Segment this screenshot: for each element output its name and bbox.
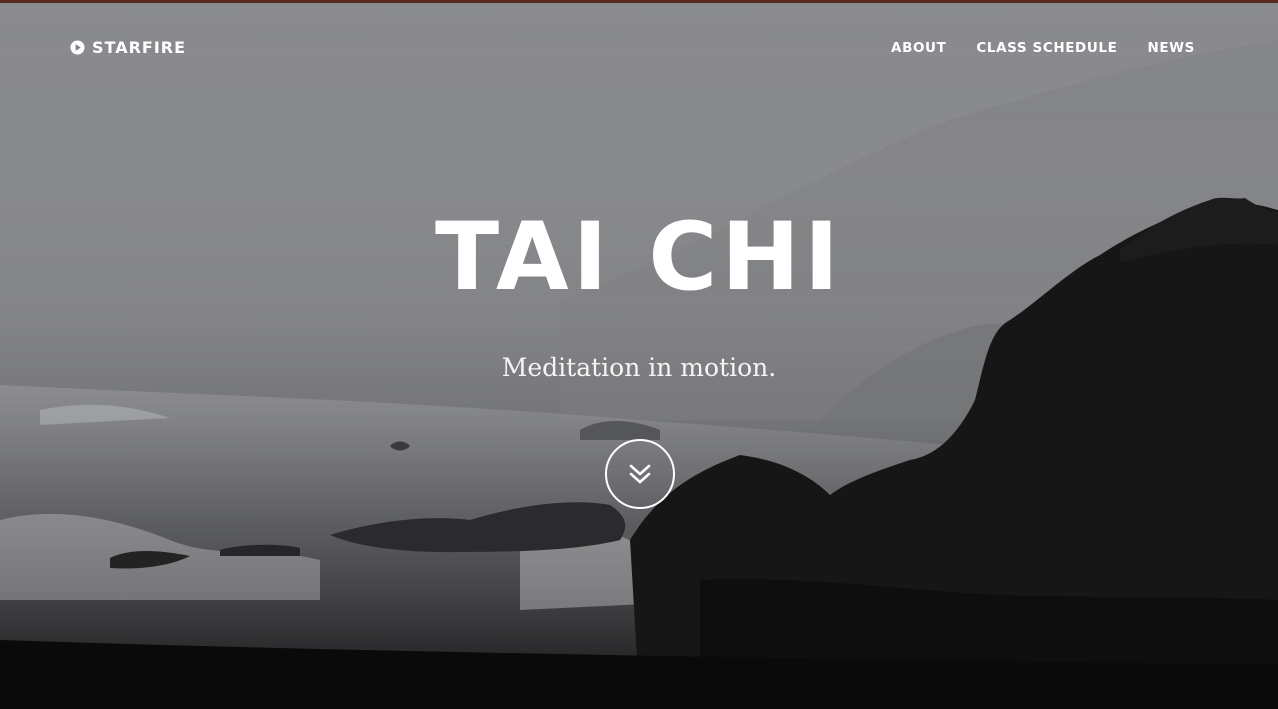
nav-link-class-schedule[interactable]: CLASS SCHEDULE xyxy=(976,40,1117,56)
hero-subtitle: Meditation in motion. xyxy=(501,353,777,382)
nav-link-about[interactable]: ABOUT xyxy=(891,40,946,56)
play-circle-icon xyxy=(70,40,85,55)
nav-links: ABOUT CLASS SCHEDULE NEWS xyxy=(891,40,1195,56)
hero-section: STARFIRE ABOUT CLASS SCHEDULE NEWS TAI C… xyxy=(0,0,1278,709)
double-chevron-down-icon xyxy=(629,464,651,484)
scroll-down-button[interactable] xyxy=(605,439,675,509)
nav-link-news[interactable]: NEWS xyxy=(1147,40,1195,56)
hero-title: TAI CHI xyxy=(435,203,843,312)
top-navigation: STARFIRE ABOUT CLASS SCHEDULE NEWS xyxy=(0,0,1278,96)
brand-logo-link[interactable]: STARFIRE xyxy=(70,38,186,57)
brand-name: STARFIRE xyxy=(92,38,187,57)
